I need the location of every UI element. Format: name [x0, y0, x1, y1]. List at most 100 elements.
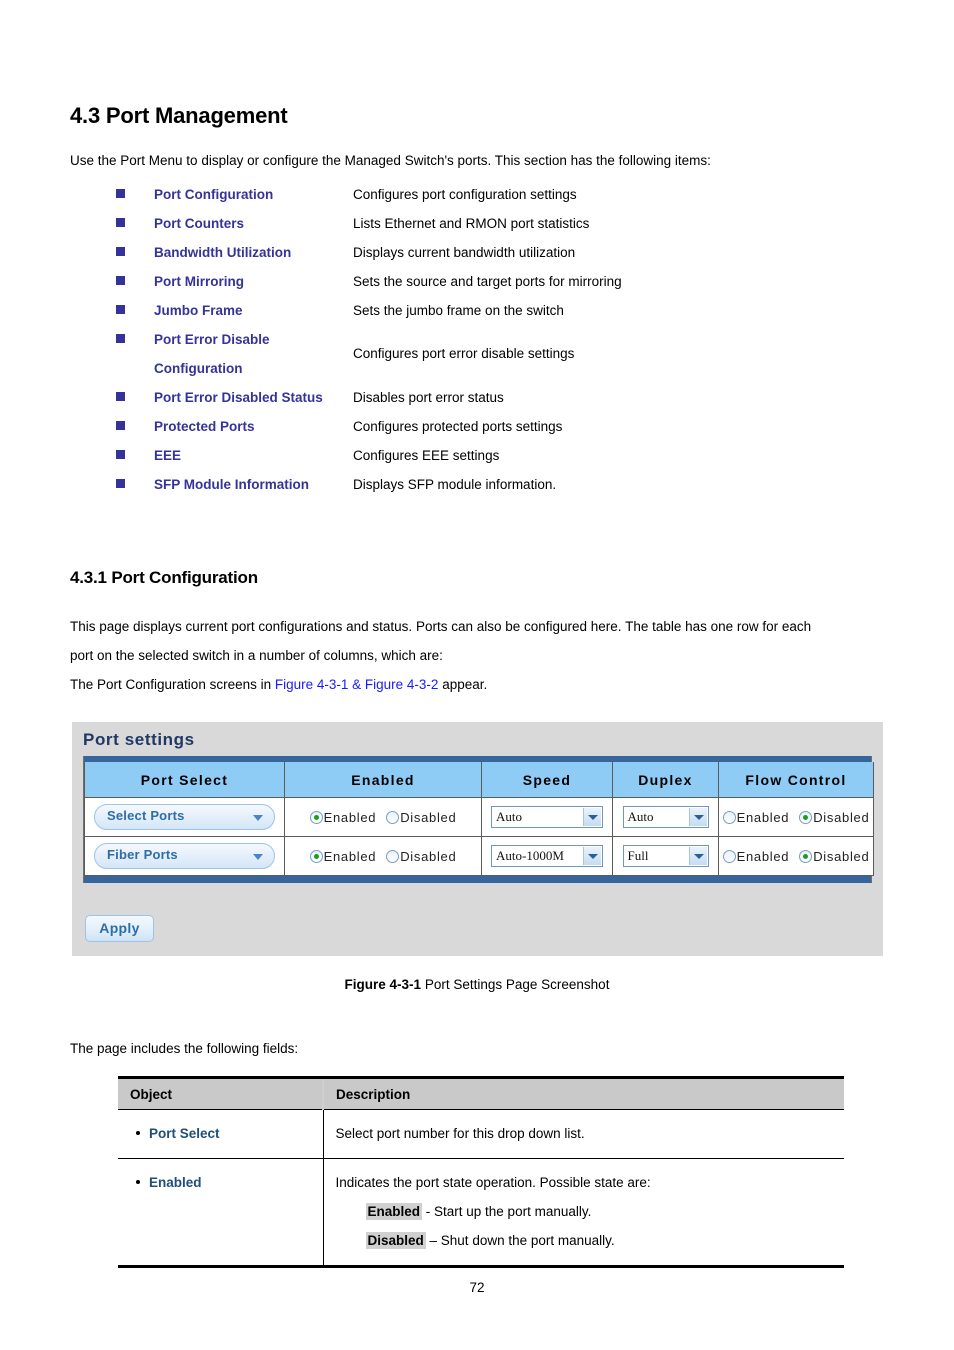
port-select-dropdown[interactable]: Select Ports — [94, 804, 275, 830]
list-item: Port Mirroring Sets the source and targe… — [70, 267, 890, 296]
page-number: 72 — [469, 1280, 485, 1295]
fiber-port-select-dropdown-value: Fiber Ports — [107, 847, 178, 862]
menu-item-link[interactable]: Port Configuration — [154, 180, 273, 209]
object-name: Port Select — [149, 1126, 220, 1141]
desc-cell-object: Enabled — [118, 1158, 324, 1268]
menu-item-link[interactable]: Jumbo Frame — [154, 296, 243, 325]
desc-table-header-row: Object Description — [118, 1076, 844, 1110]
cell-speed: Auto-1000M — [481, 836, 613, 876]
duplex-dropdown[interactable]: Full — [622, 845, 709, 867]
chevron-down-icon[interactable] — [688, 847, 707, 865]
figure-caption: Figure 4-3-1 Port Settings Page Screensh… — [0, 977, 954, 992]
square-bullet-icon — [116, 334, 125, 343]
flow-control-radio-enabled[interactable]: Enabled — [722, 809, 790, 825]
state-badge-enabled: Enabled — [365, 1203, 423, 1220]
duplex-dropdown-value: Full — [627, 848, 649, 863]
state-badge-disabled: Disabled — [365, 1232, 426, 1249]
enabled-radio-disabled[interactable]: Disabled — [386, 810, 456, 825]
description-line: Select port number for this drop down li… — [335, 1126, 585, 1141]
subsection-title: 4.3.1 Port Configuration — [70, 568, 258, 587]
apply-button[interactable]: Apply — [85, 915, 154, 942]
radio-label: Disabled — [400, 848, 457, 864]
square-bullet-icon — [116, 479, 125, 488]
menu-item-link[interactable]: Bandwidth Utilization — [154, 238, 291, 267]
column-header-enabled: Enabled — [284, 762, 482, 798]
square-bullet-icon — [116, 421, 125, 430]
square-bullet-icon — [116, 450, 125, 459]
fields-intro-text: The page includes the following fields: — [70, 1041, 299, 1056]
radio-label: Enabled — [736, 848, 790, 864]
bullet-dot-icon — [136, 1130, 140, 1135]
column-header-speed: Speed — [481, 762, 613, 798]
radio-label: Disabled — [813, 809, 870, 825]
enabled-radio-enabled[interactable]: Enabled — [309, 848, 377, 864]
enabled-radio-disabled[interactable]: Disabled — [386, 849, 456, 864]
figure-ref-suffix: appear. — [438, 677, 488, 692]
menu-item-link-line2[interactable]: Configuration — [154, 354, 242, 383]
menu-item-description: Displays SFP module information. — [353, 477, 557, 492]
menu-item-description: Disables port error status — [353, 390, 504, 405]
chevron-down-icon[interactable] — [583, 808, 601, 826]
radio-on-icon — [309, 849, 323, 863]
menu-item-description: Lists Ethernet and RMON port statistics — [353, 216, 590, 231]
desc-cell-description: Select port number for this drop down li… — [323, 1109, 844, 1159]
duplex-dropdown[interactable]: Auto — [622, 806, 709, 828]
square-bullet-icon — [116, 276, 125, 285]
desc-column-header-object: Object — [118, 1076, 324, 1110]
table-row: Select Ports Enabled Disabled Auto Auto … — [84, 797, 874, 837]
apply-button-label: Apply — [99, 920, 140, 936]
square-bullet-icon — [116, 218, 125, 227]
description-line: Indicates the port state operation. Poss… — [335, 1175, 651, 1190]
speed-dropdown-value: Auto-1000M — [496, 848, 564, 863]
page-title: 4.3 Port Management — [70, 103, 288, 128]
figure-caption-label: Figure 4-3-1 — [344, 977, 422, 992]
menu-item-link[interactable]: Port Counters — [154, 209, 244, 238]
flow-control-radio-enabled[interactable]: Enabled — [722, 848, 790, 864]
table-bottom-bar — [84, 876, 871, 883]
cell-duplex: Auto — [612, 797, 719, 837]
cell-enabled: Enabled Disabled — [284, 836, 482, 876]
port-menu-item-list: Port Configuration Configures port confi… — [70, 180, 890, 499]
figure-reference-link[interactable]: Figure 4-3-1 & Figure 4-3-2 — [275, 677, 439, 692]
list-item: Port Counters Lists Ethernet and RMON po… — [70, 209, 890, 238]
chevron-down-icon[interactable] — [583, 847, 601, 865]
speed-dropdown[interactable]: Auto-1000M — [491, 845, 603, 867]
square-bullet-icon — [116, 247, 125, 256]
subsection-paragraph-line3: The Port Configuration screens in Figure… — [70, 670, 487, 699]
enabled-radio-enabled[interactable]: Enabled — [309, 810, 377, 825]
column-header-duplex: Duplex — [612, 762, 719, 798]
menu-item-link[interactable]: Port Error Disabled Status — [154, 383, 323, 412]
menu-item-link[interactable]: Protected Ports — [154, 412, 255, 441]
list-item: Port Error Disabled Status Disables port… — [70, 383, 890, 412]
menu-item-description: Displays current bandwidth utilization — [353, 245, 576, 260]
chevron-down-icon[interactable] — [688, 808, 707, 826]
speed-dropdown[interactable]: Auto — [491, 806, 603, 828]
square-bullet-icon — [116, 189, 125, 198]
menu-item-link[interactable]: SFP Module Information — [154, 470, 309, 499]
radio-on-icon — [799, 849, 813, 863]
menu-item-link[interactable]: Port Error Disable — [154, 325, 270, 354]
document-page: 4.3 Port Management Use the Port Menu to… — [0, 0, 954, 1350]
list-item: Port Error Disable Configuration Configu… — [70, 325, 890, 383]
column-header-flow-control: Flow Control — [718, 762, 874, 798]
menu-item-link[interactable]: Port Mirroring — [154, 267, 244, 296]
flow-control-radio-disabled[interactable]: Disabled — [799, 810, 869, 825]
cell-enabled: Enabled Disabled — [284, 797, 482, 837]
description-state-disabled: Disabled – Shut down the port manually. — [336, 1226, 837, 1255]
list-item: EEE Configures EEE settings — [70, 441, 890, 470]
radio-label: Enabled — [323, 848, 377, 864]
speed-dropdown-value: Auto — [496, 809, 522, 824]
menu-item-description: Sets the jumbo frame on the switch — [353, 303, 564, 318]
menu-item-link[interactable]: EEE — [154, 441, 181, 470]
flow-control-radio-disabled[interactable]: Disabled — [799, 849, 869, 864]
square-bullet-icon — [116, 305, 125, 314]
figure-ref-prefix: The Port Configuration screens in — [70, 677, 275, 692]
cell-flow-control: Enabled Disabled — [718, 797, 874, 837]
radio-off-icon — [386, 810, 400, 824]
list-item: Bandwidth Utilization Displays current b… — [70, 238, 890, 267]
menu-item-description: Configures port configuration settings — [353, 187, 577, 202]
radio-off-icon — [722, 810, 736, 824]
radio-label: Enabled — [736, 809, 790, 825]
fiber-port-select-dropdown[interactable]: Fiber Ports — [94, 843, 275, 869]
radio-label: Disabled — [813, 848, 870, 864]
